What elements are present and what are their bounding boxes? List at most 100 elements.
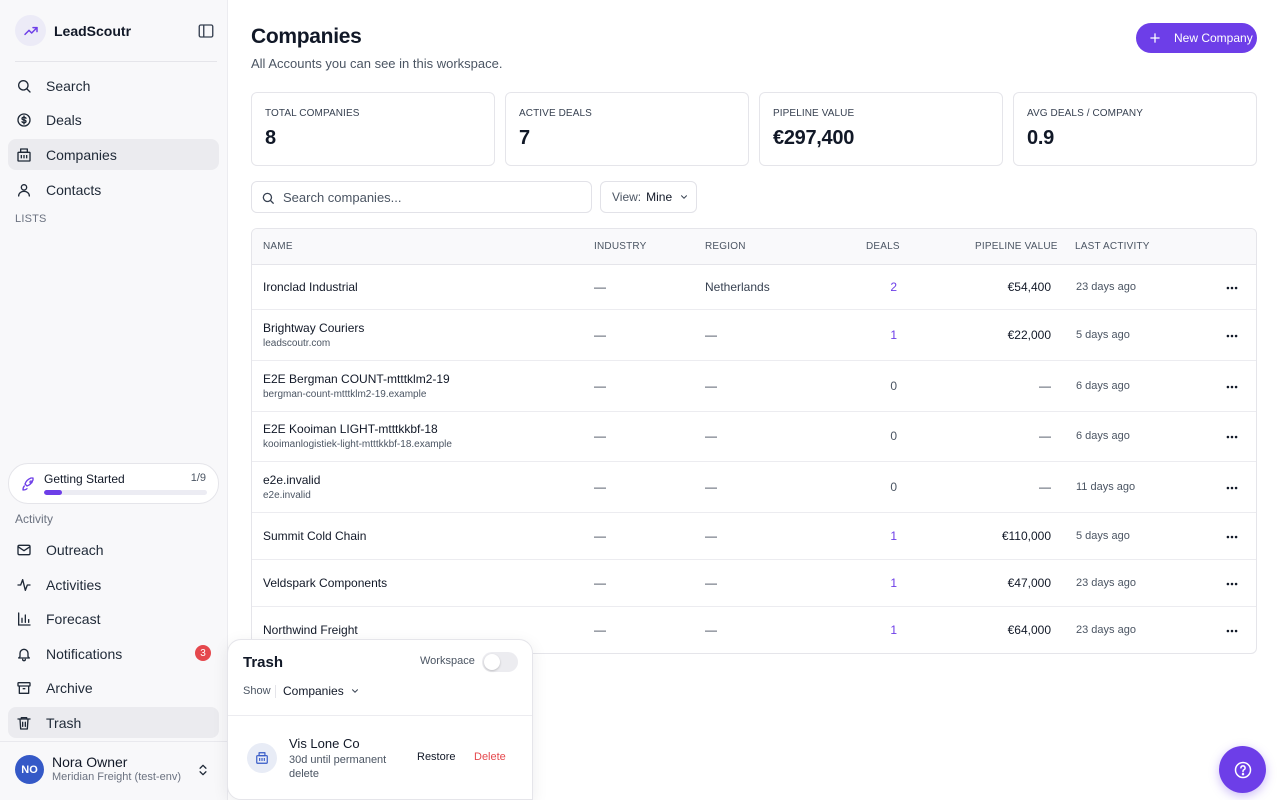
- sidebar-item-notifications[interactable]: Notifications 3: [8, 638, 219, 669]
- column-header-industry[interactable]: INDUSTRY: [594, 241, 647, 252]
- sidebar-item-forecast[interactable]: Forecast: [8, 603, 219, 634]
- brand[interactable]: LeadScoutr: [15, 15, 131, 46]
- mail-icon: [17, 544, 31, 555]
- column-header-activity[interactable]: LAST ACTIVITY: [1075, 241, 1150, 252]
- getting-started-card[interactable]: Getting Started 1/9: [8, 463, 219, 504]
- last-activity: 6 days ago: [1076, 430, 1130, 442]
- column-header-deals[interactable]: DEALS: [866, 241, 900, 252]
- trash-icon: [17, 716, 31, 730]
- more-horizontal-icon[interactable]: [1225, 380, 1239, 394]
- search-icon: [262, 192, 274, 204]
- getting-started-progress: [44, 490, 207, 495]
- avatar: NO: [15, 755, 44, 784]
- company-name[interactable]: e2e.invalid: [263, 473, 320, 487]
- notifications-badge: 3: [195, 645, 211, 661]
- last-activity: 5 days ago: [1076, 329, 1130, 341]
- sidebar-item-contacts[interactable]: Contacts: [8, 174, 219, 205]
- industry-cell: —: [594, 576, 606, 590]
- table-row[interactable]: Ironclad Industrial — Netherlands 2 €54,400 2…: [252, 265, 1256, 310]
- search-input[interactable]: [283, 182, 583, 212]
- sidebar-item-trash[interactable]: Trash: [8, 707, 219, 738]
- stat-label: AVG DEALS / COMPANY: [1027, 108, 1144, 119]
- sidebar-divider: [15, 61, 217, 62]
- show-label: Show: [243, 685, 271, 697]
- delete-button[interactable]: Delete: [474, 751, 506, 763]
- deals-count[interactable]: 1: [890, 623, 897, 637]
- help-button[interactable]: [1219, 746, 1266, 793]
- getting-started-title: Getting Started: [44, 472, 125, 486]
- deals-count[interactable]: 1: [890, 328, 897, 342]
- deals-count[interactable]: 2: [890, 280, 897, 294]
- table-row[interactable]: E2E Bergman COUNT-mtttklm2-19 bergman-cou…: [252, 361, 1256, 412]
- sidebar-toggle-icon[interactable]: [197, 22, 215, 40]
- pipeline-value: €64,000: [1007, 623, 1051, 637]
- company-name[interactable]: E2E Kooiman LIGHT-mtttkkbf-18: [263, 422, 438, 436]
- more-horizontal-icon[interactable]: [1225, 281, 1239, 295]
- region-cell: —: [705, 328, 717, 342]
- table-row[interactable]: E2E Kooiman LIGHT-mtttkkbf-18 kooimanlogi…: [252, 412, 1256, 462]
- company-name[interactable]: Veldspark Components: [263, 576, 387, 590]
- bar-chart-icon: [18, 611, 31, 626]
- user-switcher[interactable]: NO Nora Owner Meridian Freight (test-env…: [0, 741, 228, 800]
- page-title: Companies: [251, 25, 362, 48]
- stat-label: PIPELINE VALUE: [773, 108, 855, 119]
- company-domain: leadscoutr.com: [263, 338, 331, 349]
- sidebar: LeadScoutr Search Deals Companies Contac…: [0, 0, 228, 800]
- show-select[interactable]: Companies: [283, 684, 360, 698]
- sidebar-item-label: Contacts: [46, 181, 102, 198]
- company-name[interactable]: Summit Cold Chain: [263, 529, 366, 543]
- more-horizontal-icon[interactable]: [1225, 481, 1239, 495]
- deals-count[interactable]: 1: [890, 529, 897, 543]
- more-horizontal-icon[interactable]: [1225, 329, 1239, 343]
- trash-popover: Trash Workspace Show Companies Vis Lone …: [227, 639, 533, 800]
- more-horizontal-icon[interactable]: [1225, 530, 1239, 544]
- table-row[interactable]: Brightway Couriers leadscoutr.com — — 1 €22,0…: [252, 310, 1256, 361]
- pipeline-value: €54,400: [1007, 280, 1051, 294]
- stat-card-pipeline-value: PIPELINE VALUE €297,400: [759, 92, 1003, 166]
- view-select[interactable]: View: Mine: [600, 181, 697, 213]
- sidebar-item-companies[interactable]: Companies: [8, 139, 219, 170]
- company-name[interactable]: Ironclad Industrial: [263, 280, 358, 294]
- pipeline-value: €110,000: [1001, 529, 1051, 543]
- company-name[interactable]: E2E Bergman COUNT-mtttklm2-19: [263, 372, 450, 386]
- company-name[interactable]: Northwind Freight: [263, 623, 358, 637]
- more-horizontal-icon[interactable]: [1225, 430, 1239, 444]
- more-horizontal-icon[interactable]: [1225, 624, 1239, 638]
- column-header-region[interactable]: REGION: [705, 241, 746, 252]
- view-value: Mine: [646, 190, 673, 204]
- region-cell: —: [705, 379, 717, 393]
- company-name[interactable]: Brightway Couriers: [263, 321, 364, 335]
- more-horizontal-icon[interactable]: [1225, 577, 1239, 591]
- industry-cell: —: [594, 529, 606, 543]
- new-company-button[interactable]: New Company: [1136, 23, 1257, 53]
- region-cell: —: [705, 429, 717, 443]
- sidebar-item-activities[interactable]: Activities: [8, 569, 219, 600]
- workspace-toggle[interactable]: [482, 652, 518, 672]
- sidebar-item-label: Outreach: [46, 541, 104, 558]
- sidebar-item-deals[interactable]: Deals: [8, 104, 219, 135]
- sidebar-item-archive[interactable]: Archive: [8, 672, 219, 703]
- table-row[interactable]: Summit Cold Chain — — 1 €110,000 5 days ago: [252, 513, 1256, 560]
- column-header-pipeline[interactable]: PIPELINE VALUE: [975, 241, 1058, 252]
- pipeline-value: €22,000: [1007, 328, 1051, 342]
- table-row[interactable]: e2e.invalid e2e.invalid — — 0 — 11 days ago: [252, 462, 1256, 513]
- company-domain: e2e.invalid: [263, 490, 311, 501]
- sidebar-item-label: Deals: [46, 111, 82, 128]
- search-companies[interactable]: [251, 181, 592, 213]
- stat-card-active-deals: ACTIVE DEALS 7: [505, 92, 749, 166]
- deals-count[interactable]: 1: [890, 576, 897, 590]
- last-activity: 5 days ago: [1076, 530, 1130, 542]
- restore-button[interactable]: Restore: [417, 751, 456, 763]
- sidebar-item-outreach[interactable]: Outreach: [8, 534, 219, 565]
- region-cell: —: [705, 529, 717, 543]
- sidebar-item-search[interactable]: Search: [8, 70, 219, 101]
- getting-started-count: 1/9: [190, 472, 206, 484]
- sidebar-item-label: Trash: [46, 714, 82, 731]
- pipeline-value: —: [1039, 480, 1051, 494]
- user-name: Nora Owner: [52, 754, 128, 770]
- stat-card-total-companies: TOTAL COMPANIES 8: [251, 92, 495, 166]
- sidebar-item-label: Notifications: [46, 645, 123, 662]
- table-row[interactable]: Veldspark Components — — 1 €47,000 23 days ag…: [252, 560, 1256, 607]
- view-label: View:: [612, 190, 642, 204]
- column-header-name[interactable]: NAME: [263, 241, 293, 252]
